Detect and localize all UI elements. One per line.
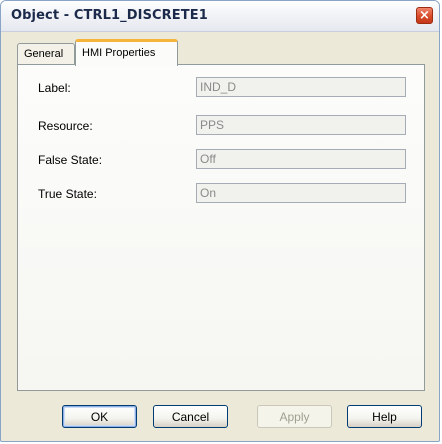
label-field-input[interactable]: [196, 77, 406, 97]
true-state-field-input[interactable]: [196, 183, 406, 203]
label-field-label: Label:: [38, 81, 71, 95]
dialog-window: Object - CTRL1_DISCRETE1 × General HMI P…: [0, 0, 440, 442]
cancel-button[interactable]: Cancel: [153, 405, 228, 428]
resource-field-label: Resource:: [38, 119, 93, 133]
apply-button[interactable]: Apply: [257, 405, 332, 428]
tab-general[interactable]: General: [17, 43, 75, 64]
resource-field-input[interactable]: [196, 115, 406, 135]
close-icon: ×: [419, 8, 430, 23]
tab-hmi-properties[interactable]: HMI Properties: [75, 39, 178, 66]
hmi-properties-panel: Label: Resource: False State: True State…: [17, 64, 425, 391]
window-title: Object - CTRL1_DISCRETE1: [11, 8, 208, 23]
false-state-field-input[interactable]: [196, 149, 406, 169]
title-bar[interactable]: Object - CTRL1_DISCRETE1 ×: [1, 1, 439, 32]
ok-button[interactable]: OK: [62, 405, 137, 428]
false-state-field-label: False State:: [38, 153, 103, 167]
close-button[interactable]: ×: [416, 7, 433, 24]
help-button[interactable]: Help: [347, 405, 422, 428]
true-state-field-label: True State:: [38, 187, 97, 201]
